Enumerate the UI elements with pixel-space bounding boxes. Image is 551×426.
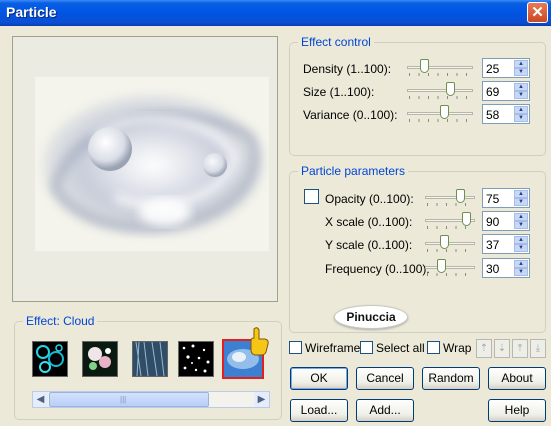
frequency-label: Frequency (0..100): xyxy=(325,262,430,276)
size-slider[interactable] xyxy=(407,81,473,99)
opacity-slider[interactable] xyxy=(425,188,475,206)
spin-down-icon[interactable]: ▼ xyxy=(514,68,528,76)
density-label: Density (1..100): xyxy=(303,62,392,76)
x-scale-slider-knob[interactable] xyxy=(461,212,471,226)
opacity-checkbox[interactable] xyxy=(304,189,319,204)
cancel-button[interactable]: Cancel xyxy=(356,367,414,390)
opacity-slider-knob[interactable] xyxy=(455,189,465,203)
density-spinbox[interactable]: 25 ▲ ▼ xyxy=(482,58,530,78)
effect-group-legend: Effect: Cloud xyxy=(23,314,98,328)
cloud-preview-image xyxy=(35,77,269,251)
select-all-label[interactable]: Select all xyxy=(376,341,425,355)
scroll-left-arrow-icon[interactable]: ◀ xyxy=(33,392,48,407)
density-value[interactable]: 25 xyxy=(486,62,499,76)
density-slider-knob[interactable] xyxy=(419,59,429,73)
y-scale-value[interactable]: 37 xyxy=(486,238,499,252)
frequency-value[interactable]: 30 xyxy=(486,262,499,276)
spin-up-icon[interactable]: ▲ xyxy=(514,213,528,221)
opacity-spinbox[interactable]: 75 ▲ ▼ xyxy=(482,188,530,208)
spin-down-icon[interactable]: ▼ xyxy=(514,114,528,122)
title-bar: Particle ✕ xyxy=(0,0,551,26)
move-down-icon[interactable]: ⇣ xyxy=(494,339,510,358)
size-label: Size (1..100): xyxy=(303,85,375,99)
add-button[interactable]: Add... xyxy=(356,399,414,422)
move-top-icon[interactable]: ⤒ xyxy=(512,339,528,358)
snow-thumb-icon[interactable] xyxy=(178,341,214,377)
scroll-grip: ||| xyxy=(120,395,127,404)
variance-slider-knob[interactable] xyxy=(439,105,449,119)
wireframe-checkbox[interactable] xyxy=(289,341,302,354)
x-scale-value[interactable]: 90 xyxy=(486,215,499,229)
about-button[interactable]: About xyxy=(488,367,546,390)
spin-up-icon[interactable]: ▲ xyxy=(514,236,528,244)
scroll-thumb[interactable]: ||| xyxy=(49,392,209,407)
wrap-checkbox[interactable] xyxy=(427,341,440,354)
spin-down-icon[interactable]: ▼ xyxy=(514,244,528,252)
ok-button[interactable]: OK xyxy=(290,367,348,390)
pinuccia-logo: Pinuccia xyxy=(334,305,408,329)
select-all-checkbox[interactable] xyxy=(360,341,373,354)
wireframe-label[interactable]: Wireframe xyxy=(305,341,360,355)
frequency-slider[interactable] xyxy=(425,258,475,276)
random-button[interactable]: Random xyxy=(422,367,480,390)
spin-down-icon[interactable]: ▼ xyxy=(514,91,528,99)
move-bottom-icon[interactable]: ⤓ xyxy=(530,339,546,358)
preview-panel xyxy=(12,36,278,302)
spin-up-icon[interactable]: ▲ xyxy=(514,83,528,91)
y-scale-label: Y scale (0..100): xyxy=(325,238,413,252)
frequency-spinbox[interactable]: 30 ▲ ▼ xyxy=(482,258,530,278)
dialog-body: Effect: Cloud ◀ ||| ▶ Effect control Den… xyxy=(0,26,551,426)
particle-parameters-legend: Particle parameters xyxy=(298,164,409,178)
load-button[interactable]: Load... xyxy=(290,399,348,422)
bubbles-thumb-icon[interactable] xyxy=(32,341,68,377)
spin-up-icon[interactable]: ▲ xyxy=(514,106,528,114)
variance-slider[interactable] xyxy=(407,104,473,122)
wrap-label[interactable]: Wrap xyxy=(443,341,471,355)
size-spinbox[interactable]: 69 ▲ ▼ xyxy=(482,81,530,101)
spin-up-icon[interactable]: ▲ xyxy=(514,190,528,198)
opacity-label: Opacity (0..100): xyxy=(325,192,414,206)
pointing-hand-icon xyxy=(246,326,272,356)
variance-label: Variance (0..100): xyxy=(303,108,398,122)
rain-thumb-icon[interactable] xyxy=(132,341,168,377)
y-scale-slider[interactable] xyxy=(425,234,475,252)
close-button[interactable]: ✕ xyxy=(527,2,548,23)
y-scale-slider-knob[interactable] xyxy=(439,235,449,249)
size-value[interactable]: 69 xyxy=(486,85,499,99)
variance-spinbox[interactable]: 58 ▲ ▼ xyxy=(482,104,530,124)
spin-up-icon[interactable]: ▲ xyxy=(514,60,528,68)
x-scale-slider[interactable] xyxy=(425,211,475,229)
density-slider[interactable] xyxy=(407,58,473,76)
x-scale-spinbox[interactable]: 90 ▲ ▼ xyxy=(482,211,530,231)
effect-control-legend: Effect control xyxy=(298,35,374,49)
frequency-slider-knob[interactable] xyxy=(436,259,446,273)
size-slider-knob[interactable] xyxy=(446,82,456,96)
move-up-icon[interactable]: ⇡ xyxy=(476,339,492,358)
spin-down-icon[interactable]: ▼ xyxy=(514,198,528,206)
sparkles-thumb-icon[interactable] xyxy=(82,341,118,377)
help-button[interactable]: Help xyxy=(488,399,546,422)
spin-up-icon[interactable]: ▲ xyxy=(514,260,528,268)
spin-down-icon[interactable]: ▼ xyxy=(514,268,528,276)
spin-down-icon[interactable]: ▼ xyxy=(514,221,528,229)
variance-value[interactable]: 58 xyxy=(486,108,499,122)
window-title: Particle xyxy=(6,4,57,20)
opacity-value[interactable]: 75 xyxy=(486,192,499,206)
y-scale-spinbox[interactable]: 37 ▲ ▼ xyxy=(482,234,530,254)
thumbnail-scrollbar[interactable]: ◀ ||| ▶ xyxy=(32,391,270,408)
x-scale-label: X scale (0..100): xyxy=(325,215,413,229)
scroll-right-arrow-icon[interactable]: ▶ xyxy=(254,392,269,407)
